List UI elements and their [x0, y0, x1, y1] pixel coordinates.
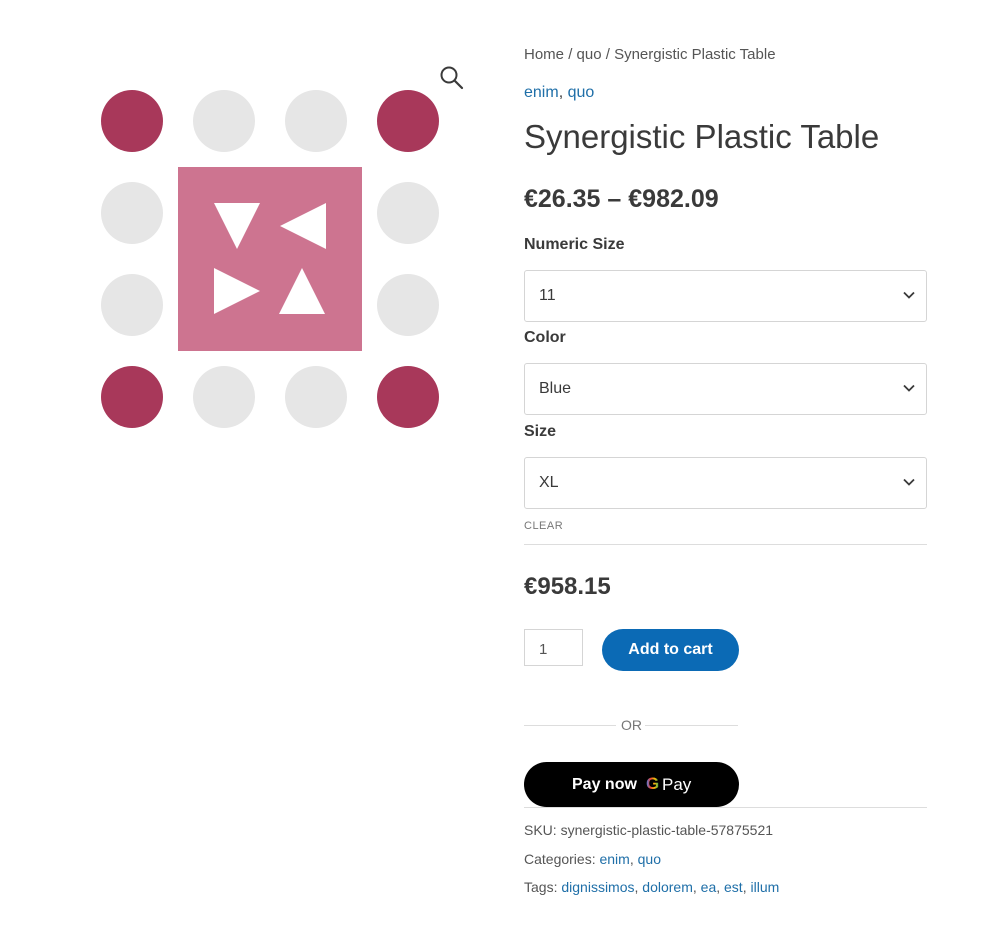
- decor-dot: [193, 90, 255, 152]
- decor-dot: [285, 90, 347, 152]
- product-image[interactable]: [100, 60, 470, 440]
- clear-variations-link[interactable]: CLEAR: [524, 520, 563, 532]
- price-range: €26.35 – €982.09: [524, 185, 719, 213]
- decor-dot: [377, 366, 439, 428]
- numeric-size-label: Numeric Size: [524, 236, 625, 253]
- pay-now-label: Pay now: [572, 776, 637, 793]
- size-select[interactable]: XL: [524, 457, 927, 509]
- or-text: OR: [621, 717, 642, 733]
- tag-link-ea[interactable]: ea: [701, 879, 717, 895]
- category-link-quo[interactable]: quo: [638, 851, 661, 867]
- product-title: Synergistic Plastic Table: [524, 118, 880, 155]
- decor-dot: [101, 182, 163, 244]
- tag-link-illum[interactable]: illum: [750, 879, 779, 895]
- variation-price: €958.15: [524, 573, 611, 600]
- placeholder-square: [178, 167, 362, 351]
- gpay-pay-label: Pay: [662, 775, 692, 794]
- category-link-quo[interactable]: quo: [568, 84, 595, 101]
- add-to-cart-button[interactable]: Add to cart: [602, 629, 739, 671]
- chevron-down-icon: [903, 291, 915, 299]
- divider: [524, 807, 927, 808]
- breadcrumb-sep: /: [568, 46, 573, 63]
- numeric-size-value: 11: [539, 287, 556, 304]
- decor-dot: [193, 366, 255, 428]
- decor-dot: [101, 274, 163, 336]
- color-value: Blue: [539, 380, 572, 397]
- quantity-value: 1: [539, 641, 548, 658]
- breadcrumb-sep: /: [605, 46, 610, 63]
- decor-dot: [101, 90, 163, 152]
- google-g-icon: G: [646, 774, 660, 793]
- tag-link-est[interactable]: est: [724, 879, 743, 895]
- chevron-down-icon: [903, 384, 915, 392]
- breadcrumb-current: Synergistic Plastic Table: [614, 46, 776, 63]
- color-label: Color: [524, 329, 566, 346]
- sku-value: synergistic-plastic-table-57875521: [560, 822, 774, 838]
- breadcrumb-home[interactable]: Home: [524, 46, 564, 63]
- magnifier-icon[interactable]: [438, 64, 466, 92]
- category-link-enim[interactable]: enim: [524, 84, 559, 101]
- categories-label: Categories:: [524, 851, 596, 867]
- tag-link-dolorem[interactable]: dolorem: [642, 879, 693, 895]
- decor-dot: [377, 182, 439, 244]
- divider: [524, 544, 927, 545]
- category-links: enim, quo: [524, 84, 595, 101]
- or-line-right: [645, 725, 738, 726]
- breadcrumb-category[interactable]: quo: [577, 46, 602, 63]
- color-select[interactable]: Blue: [524, 363, 927, 415]
- decor-dot: [377, 274, 439, 336]
- sku-label: SKU:: [524, 822, 557, 838]
- or-line-left: [524, 725, 616, 726]
- triangles-graphic: [214, 203, 326, 314]
- chevron-down-icon: [903, 478, 915, 486]
- tags-label: Tags:: [524, 879, 558, 895]
- size-value: XL: [539, 474, 559, 491]
- or-separator: OR: [524, 716, 738, 736]
- size-label: Size: [524, 423, 557, 440]
- google-pay-button[interactable]: Pay now G Pay: [524, 762, 739, 807]
- decor-dot: [101, 366, 163, 428]
- breadcrumb: Home / quo / Synergistic Plastic Table: [524, 46, 776, 63]
- tags-row: Tags: dignissimos, dolorem, ea, est, ill…: [524, 879, 780, 895]
- quantity-input[interactable]: 1: [524, 629, 583, 666]
- decor-dot: [285, 366, 347, 428]
- category-link-enim[interactable]: enim: [599, 851, 629, 867]
- categories-row: Categories: enim, quo: [524, 851, 661, 867]
- decor-dot: [377, 90, 439, 152]
- numeric-size-select[interactable]: 11: [524, 270, 927, 322]
- sku-row: SKU: synergistic-plastic-table-57875521: [524, 822, 773, 838]
- tag-link-dignissimos[interactable]: dignissimos: [561, 879, 634, 895]
